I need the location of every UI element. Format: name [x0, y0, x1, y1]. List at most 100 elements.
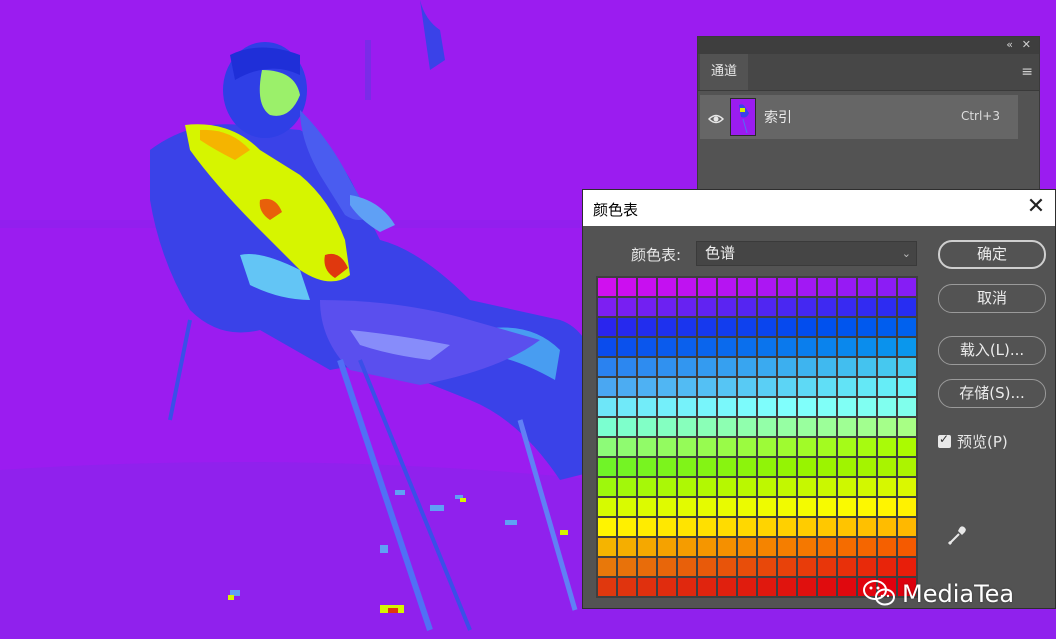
save-button[interactable]: 存储(S)... — [938, 379, 1046, 408]
color-swatch[interactable] — [838, 518, 856, 536]
color-swatch[interactable] — [878, 338, 896, 356]
color-swatch[interactable] — [838, 358, 856, 376]
color-swatch[interactable] — [678, 338, 696, 356]
color-swatch[interactable] — [658, 458, 676, 476]
color-swatch[interactable] — [878, 358, 896, 376]
color-swatch[interactable] — [858, 318, 876, 336]
color-swatch[interactable] — [838, 438, 856, 456]
close-icon[interactable]: ✕ — [1023, 194, 1049, 220]
color-swatch[interactable] — [738, 518, 756, 536]
color-swatch[interactable] — [658, 418, 676, 436]
color-swatch[interactable] — [898, 338, 916, 356]
color-swatch[interactable] — [718, 518, 736, 536]
color-swatch[interactable] — [718, 318, 736, 336]
color-swatch[interactable] — [698, 498, 716, 516]
preview-checkbox[interactable] — [938, 432, 951, 448]
tab-channels[interactable]: 通道 — [700, 54, 748, 90]
color-swatch[interactable] — [598, 438, 616, 456]
color-swatch[interactable] — [758, 578, 776, 596]
color-swatch[interactable] — [838, 318, 856, 336]
color-swatch[interactable] — [798, 338, 816, 356]
color-swatch[interactable] — [678, 518, 696, 536]
color-swatch[interactable] — [778, 318, 796, 336]
color-swatch[interactable] — [738, 398, 756, 416]
color-swatch[interactable] — [898, 298, 916, 316]
table-select[interactable]: 色谱 ⌄ — [696, 241, 917, 266]
color-swatch[interactable] — [598, 318, 616, 336]
color-swatch[interactable] — [758, 458, 776, 476]
color-swatch[interactable] — [738, 478, 756, 496]
color-swatch[interactable] — [618, 418, 636, 436]
hamburger-menu-icon[interactable]: ≡ — [1021, 64, 1033, 80]
color-swatch[interactable] — [698, 438, 716, 456]
color-swatch[interactable] — [778, 518, 796, 536]
color-swatch[interactable] — [818, 378, 836, 396]
color-swatch[interactable] — [898, 358, 916, 376]
color-swatch[interactable] — [738, 538, 756, 556]
color-swatch[interactable] — [658, 318, 676, 336]
color-swatch[interactable] — [798, 418, 816, 436]
color-swatch[interactable] — [818, 478, 836, 496]
color-swatch[interactable] — [818, 558, 836, 576]
color-swatch[interactable] — [638, 538, 656, 556]
color-swatch[interactable] — [778, 578, 796, 596]
color-swatch[interactable] — [798, 458, 816, 476]
color-swatch[interactable] — [618, 338, 636, 356]
color-swatch[interactable] — [878, 278, 896, 296]
color-swatch[interactable] — [638, 338, 656, 356]
color-swatch[interactable] — [758, 418, 776, 436]
color-swatch[interactable] — [858, 498, 876, 516]
color-swatch[interactable] — [698, 578, 716, 596]
color-swatch[interactable] — [898, 478, 916, 496]
color-swatch[interactable] — [778, 558, 796, 576]
color-swatch[interactable] — [758, 558, 776, 576]
color-swatch[interactable] — [718, 378, 736, 396]
color-swatch[interactable] — [898, 518, 916, 536]
color-swatch[interactable] — [798, 278, 816, 296]
color-swatch[interactable] — [858, 378, 876, 396]
color-swatch[interactable] — [878, 418, 896, 436]
color-swatch[interactable] — [718, 298, 736, 316]
color-swatch[interactable] — [718, 398, 736, 416]
color-swatch[interactable] — [618, 538, 636, 556]
color-swatch[interactable] — [858, 398, 876, 416]
color-swatch[interactable] — [758, 478, 776, 496]
color-swatch[interactable] — [898, 538, 916, 556]
color-swatch[interactable] — [618, 498, 636, 516]
color-swatch[interactable] — [878, 498, 896, 516]
color-swatch[interactable] — [798, 498, 816, 516]
color-swatch[interactable] — [678, 438, 696, 456]
color-swatch[interactable] — [778, 498, 796, 516]
color-swatch[interactable] — [658, 498, 676, 516]
color-swatch[interactable] — [598, 298, 616, 316]
color-swatch[interactable] — [818, 298, 836, 316]
color-swatch[interactable] — [718, 278, 736, 296]
color-swatch[interactable] — [638, 458, 656, 476]
color-swatch[interactable] — [858, 518, 876, 536]
color-swatch[interactable] — [838, 378, 856, 396]
color-swatch[interactable] — [818, 398, 836, 416]
color-swatch[interactable] — [638, 478, 656, 496]
preview-option[interactable]: 预览(P) — [938, 431, 1008, 452]
double-chevron-left-icon[interactable]: « — [1006, 38, 1013, 52]
color-swatch[interactable] — [618, 318, 636, 336]
color-swatch[interactable] — [758, 298, 776, 316]
ok-button[interactable]: 确定 — [938, 240, 1046, 269]
color-swatch[interactable] — [598, 498, 616, 516]
color-swatch[interactable] — [718, 578, 736, 596]
color-swatch[interactable] — [618, 398, 636, 416]
color-swatch[interactable] — [698, 538, 716, 556]
color-swatch[interactable] — [818, 518, 836, 536]
color-swatch[interactable] — [638, 298, 656, 316]
color-swatch[interactable] — [898, 278, 916, 296]
color-swatch[interactable] — [718, 498, 736, 516]
color-swatch[interactable] — [718, 338, 736, 356]
color-swatch[interactable] — [898, 558, 916, 576]
color-swatch[interactable] — [598, 578, 616, 596]
color-swatch[interactable] — [638, 418, 656, 436]
color-swatch[interactable] — [738, 378, 756, 396]
color-swatch[interactable] — [818, 578, 836, 596]
color-swatch[interactable] — [678, 578, 696, 596]
color-swatch[interactable] — [838, 478, 856, 496]
color-swatch-grid[interactable] — [596, 276, 918, 598]
